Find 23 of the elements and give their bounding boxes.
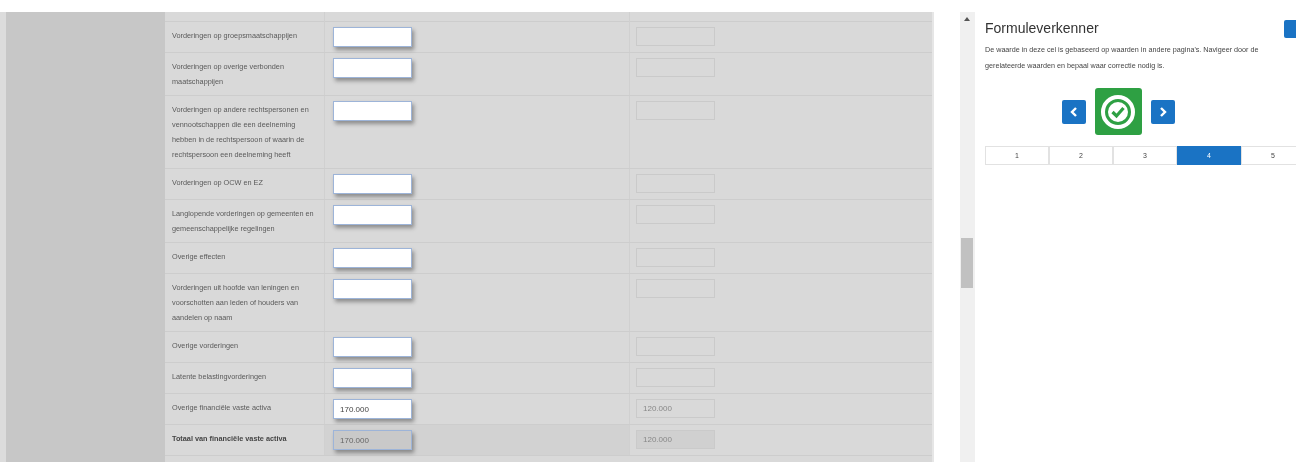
prior-field: 120.000 <box>636 399 715 418</box>
prior-field: 120.000 <box>636 430 715 449</box>
scrollbar[interactable] <box>960 12 975 462</box>
input-field[interactable] <box>333 205 412 225</box>
input-field[interactable] <box>333 337 412 357</box>
input-field[interactable] <box>333 174 412 194</box>
input-field[interactable]: 170.000 <box>333 399 412 419</box>
panel-title: Formuleverkenner <box>985 20 1099 36</box>
panel-button[interactable] <box>1284 20 1296 38</box>
input-field[interactable] <box>333 27 412 47</box>
scroll-up-icon[interactable] <box>964 17 970 21</box>
input-field[interactable] <box>333 279 412 299</box>
input-field[interactable] <box>333 368 412 388</box>
total-field: 170.000 <box>333 430 412 450</box>
chevron-right-icon <box>1158 106 1167 117</box>
scroll-thumb[interactable] <box>961 238 973 288</box>
input-field[interactable] <box>333 58 412 78</box>
previous-button[interactable] <box>1061 99 1086 124</box>
input-field[interactable] <box>333 101 412 121</box>
check-icon <box>1094 88 1142 135</box>
next-button[interactable] <box>1150 99 1175 124</box>
chevron-left-icon <box>1069 106 1078 117</box>
input-field[interactable] <box>333 248 412 268</box>
